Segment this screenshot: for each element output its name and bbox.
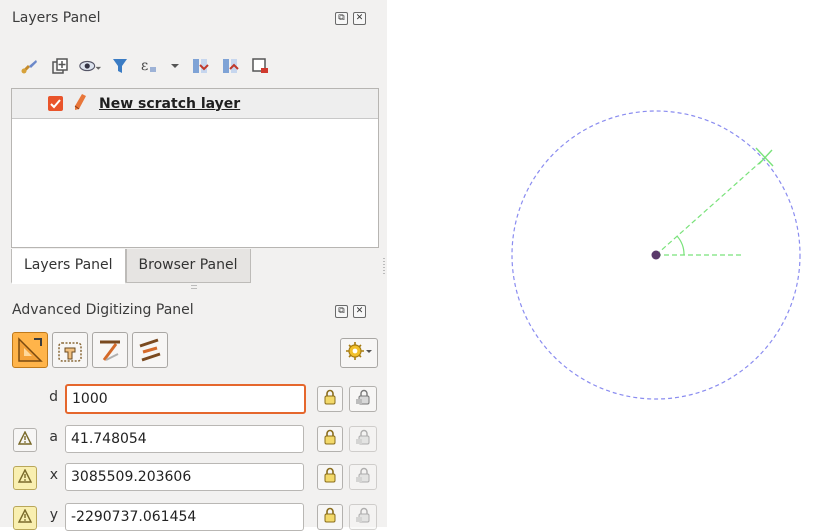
- repeat-lock-d-button[interactable]: [349, 386, 377, 412]
- splitter-handle[interactable]: [191, 282, 197, 290]
- lock-x-button[interactable]: [317, 464, 343, 490]
- relative-mode-icon: [17, 468, 33, 487]
- adv-panel-title: Advanced Digitizing Panel: [12, 302, 194, 318]
- svg-text:ε: ε: [141, 58, 148, 74]
- style-brush-icon[interactable]: [18, 54, 42, 78]
- close-icon[interactable]: ✕: [353, 12, 366, 25]
- settings-gear-icon: [345, 341, 373, 365]
- filter-expression-icon[interactable]: ε: [138, 54, 162, 78]
- repeat-lock-a-button[interactable]: [349, 426, 377, 452]
- filter-icon[interactable]: [108, 54, 132, 78]
- map-canvas[interactable]: [387, 0, 814, 527]
- layer-visibility-checkbox[interactable]: [48, 96, 63, 111]
- repeating-lock-icon: [355, 467, 371, 487]
- panel-tabs: Layers Panel Browser Panel: [11, 249, 251, 284]
- lock-a-button[interactable]: [317, 426, 343, 452]
- mode-buttons: [12, 332, 168, 368]
- construction-mode-icon[interactable]: [52, 332, 88, 368]
- lock-icon: [323, 429, 337, 449]
- field-label-a: a: [49, 429, 58, 445]
- relative-mode-icon: [17, 430, 33, 449]
- enable-advanced-digitizing-icon[interactable]: [12, 332, 48, 368]
- expand-all-icon[interactable]: [188, 54, 212, 78]
- field-label-x: x: [49, 467, 58, 483]
- a-input[interactable]: [65, 425, 304, 453]
- lock-d-button[interactable]: [317, 386, 343, 412]
- repeat-lock-y-button[interactable]: [349, 504, 377, 530]
- float-icon[interactable]: ⧉: [335, 12, 348, 25]
- lock-icon: [323, 389, 337, 409]
- field-label-d: d: [49, 389, 58, 405]
- relative-a-button[interactable]: [13, 428, 37, 452]
- x-input[interactable]: [65, 463, 304, 491]
- parallel-icon[interactable]: [132, 332, 168, 368]
- dropdown-arrow-icon[interactable]: [168, 54, 182, 78]
- angle-arc: [676, 235, 685, 256]
- editing-pencil-icon: [73, 93, 87, 115]
- lock-y-button[interactable]: [317, 504, 343, 530]
- float-icon[interactable]: ⧉: [335, 305, 348, 318]
- visibility-icon[interactable]: [78, 54, 102, 78]
- field-row-a: a: [0, 424, 387, 454]
- tab-layers-panel[interactable]: Layers Panel: [11, 249, 126, 284]
- lock-icon: [323, 467, 337, 487]
- field-row-x: x: [0, 462, 387, 492]
- remove-layer-icon[interactable]: [248, 54, 272, 78]
- layer-tree[interactable]: New scratch layer: [11, 88, 379, 248]
- relative-y-button[interactable]: [13, 506, 37, 530]
- add-group-icon[interactable]: [48, 54, 72, 78]
- angle-guide-line: [655, 156, 767, 256]
- map-drawing: [511, 110, 801, 400]
- field-row-y: y: [0, 502, 387, 532]
- field-row-d: d: [0, 384, 387, 414]
- close-icon[interactable]: ✕: [353, 305, 366, 318]
- adv-dock-buttons: ⧉ ✕: [335, 305, 366, 318]
- repeating-lock-icon: [355, 429, 371, 449]
- tab-browser-panel[interactable]: Browser Panel: [125, 249, 251, 283]
- lock-icon: [323, 507, 337, 527]
- layer-name: New scratch layer: [99, 95, 241, 112]
- repeating-lock-icon: [355, 389, 371, 409]
- collapse-all-icon[interactable]: [218, 54, 242, 78]
- field-label-y: y: [49, 507, 58, 523]
- layers-dock-buttons: ⧉ ✕: [335, 12, 366, 25]
- relative-mode-icon: [17, 508, 33, 527]
- layers-panel-title: Layers Panel: [12, 10, 101, 26]
- layer-row[interactable]: New scratch layer: [12, 89, 378, 119]
- layers-toolbar: ε: [18, 50, 272, 82]
- center-point: [651, 250, 661, 260]
- repeating-lock-icon: [355, 507, 371, 527]
- perpendicular-icon[interactable]: [92, 332, 128, 368]
- left-dock: Layers Panel ⧉ ✕ ε New scratch layer Lay…: [0, 0, 387, 531]
- dock-resize-handle[interactable]: [383, 258, 385, 276]
- relative-x-button[interactable]: [13, 466, 37, 490]
- repeat-lock-x-button[interactable]: [349, 464, 377, 490]
- settings-button[interactable]: [340, 338, 378, 368]
- d-input[interactable]: [65, 384, 306, 414]
